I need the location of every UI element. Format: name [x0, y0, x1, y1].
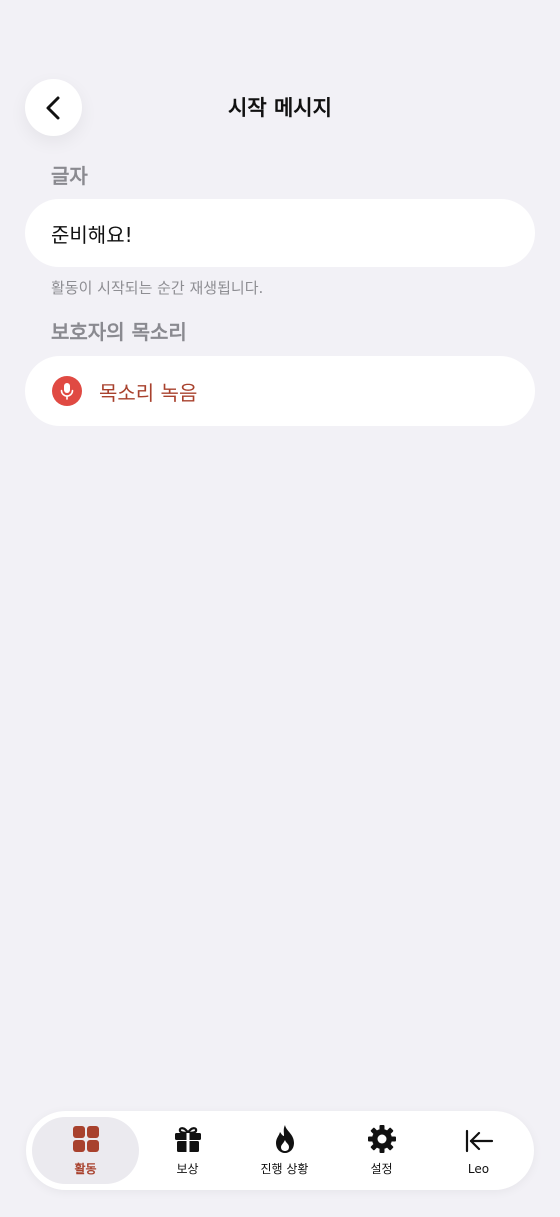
record-voice-button[interactable]: 목소리 녹음 — [25, 356, 535, 426]
record-voice-label: 목소리 녹음 — [99, 380, 198, 405]
text-section-label: 글자 — [51, 164, 88, 188]
tab-bar: 활동 보상 진행 상황 설정 Leo — [26, 1111, 534, 1190]
tab-label: Leo — [467, 1161, 490, 1176]
arrow-left-bar-icon — [465, 1129, 493, 1152]
tab-rewards[interactable]: 보상 — [139, 1117, 236, 1184]
tab-label: 활동 — [74, 1162, 97, 1176]
message-text-field[interactable]: 준비해요! — [25, 199, 535, 267]
tab-settings[interactable]: 설정 — [333, 1117, 430, 1184]
flame-icon — [275, 1125, 294, 1153]
tab-leo[interactable]: Leo — [430, 1117, 527, 1184]
grid-icon — [72, 1126, 99, 1152]
voice-section-label: 보호자의 목소리 — [51, 320, 187, 344]
text-helper: 활동이 시작되는 순간 재생됩니다. — [51, 279, 264, 297]
gift-icon — [174, 1127, 201, 1152]
tab-label: 보상 — [176, 1162, 199, 1176]
tab-activity[interactable]: 활동 — [32, 1117, 139, 1184]
mic-icon — [52, 376, 82, 406]
tab-progress[interactable]: 진행 상황 — [236, 1117, 333, 1184]
page: 시작 메시지 글자 준비해요! 활동이 시작되는 순간 재생됩니다. 보호자의 … — [0, 0, 560, 1217]
gear-icon — [367, 1125, 396, 1153]
page-title: 시작 메시지 — [228, 96, 332, 120]
tab-label: 설정 — [370, 1162, 393, 1176]
tab-label: 진행 상황 — [260, 1162, 309, 1176]
